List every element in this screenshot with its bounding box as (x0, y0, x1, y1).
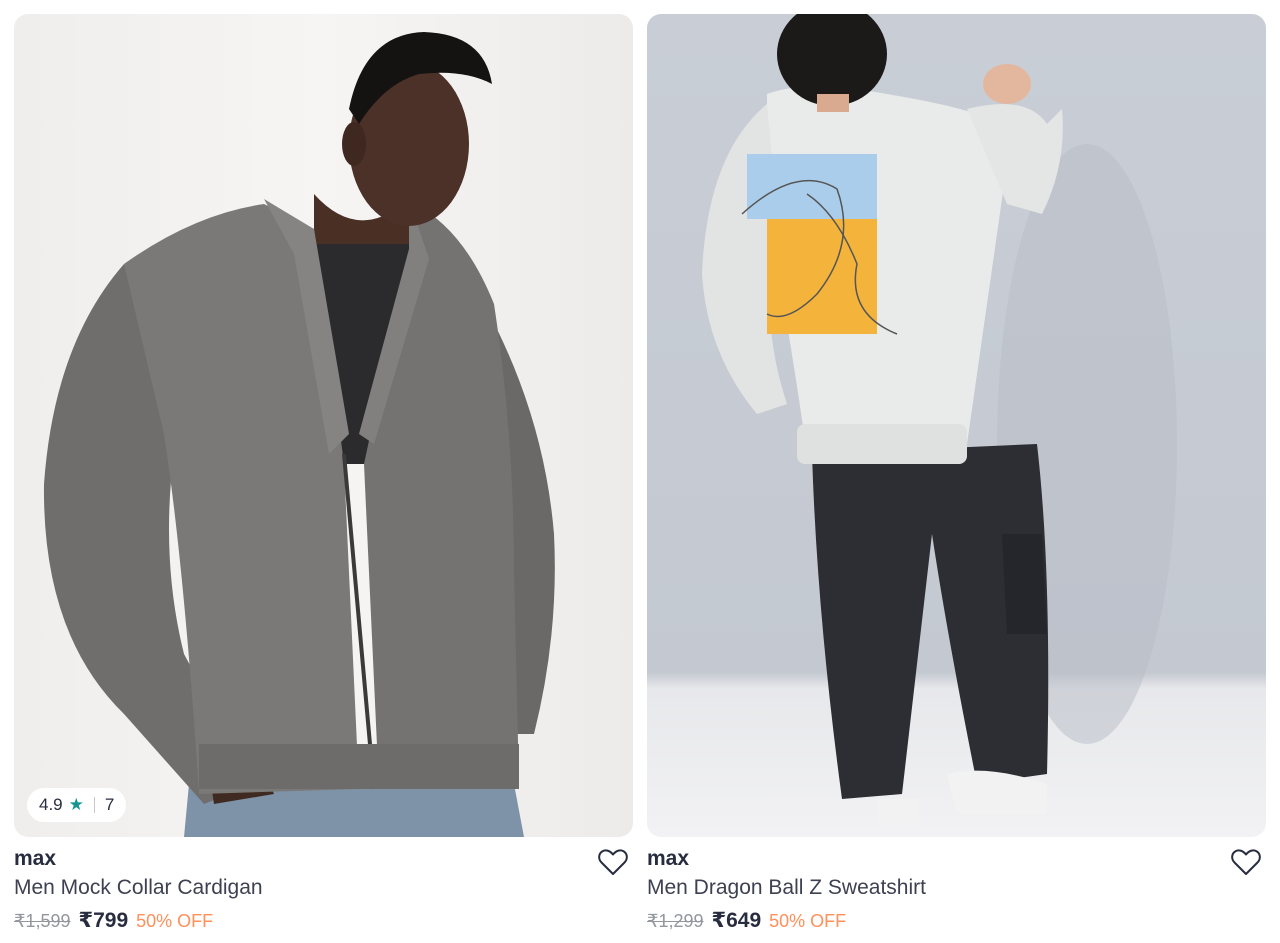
heart-outline-icon[interactable] (1230, 847, 1262, 877)
product-info: max Men Mock Collar Cardigan ₹1,599 ₹799… (14, 837, 633, 943)
selling-price: ₹649 (711, 909, 762, 932)
product-photo-sweatshirt (702, 14, 1177, 826)
product-image[interactable]: 4.9 ★ 7 (14, 14, 633, 837)
product-image[interactable] (647, 14, 1266, 837)
rating-divider (93, 797, 95, 813)
discount-label: 50% OFF (136, 911, 214, 931)
rating-badge: 4.9 ★ 7 (27, 788, 127, 822)
original-price: ₹1,299 (647, 911, 704, 931)
price-row: ₹1,599 ₹799 50% OFF (14, 908, 213, 933)
rating-value: 4.9 (39, 795, 63, 814)
selling-price: ₹799 (78, 909, 129, 932)
star-icon: ★ (68, 795, 84, 814)
product-card[interactable]: 4.9 ★ 7 max Men Mock Collar Cardigan ₹1,… (14, 14, 633, 943)
product-title: Men Dragon Ball Z Sweatshirt (647, 876, 926, 899)
product-card[interactable]: max Men Dragon Ball Z Sweatshirt ₹1,299 … (647, 14, 1266, 943)
discount-label: 50% OFF (769, 911, 847, 931)
product-brand: max (647, 847, 690, 870)
product-title: Men Mock Collar Cardigan (14, 876, 263, 899)
original-price: ₹1,599 (14, 911, 71, 931)
product-photo-cardigan (43, 32, 555, 837)
price-row: ₹1,299 ₹649 50% OFF (647, 908, 846, 933)
rating-count: 7 (104, 795, 115, 814)
product-brand: max (14, 847, 57, 870)
product-grid: 4.9 ★ 7 max Men Mock Collar Cardigan ₹1,… (0, 0, 1280, 943)
heart-outline-icon[interactable] (597, 847, 629, 877)
product-info: max Men Dragon Ball Z Sweatshirt ₹1,299 … (647, 837, 1266, 943)
